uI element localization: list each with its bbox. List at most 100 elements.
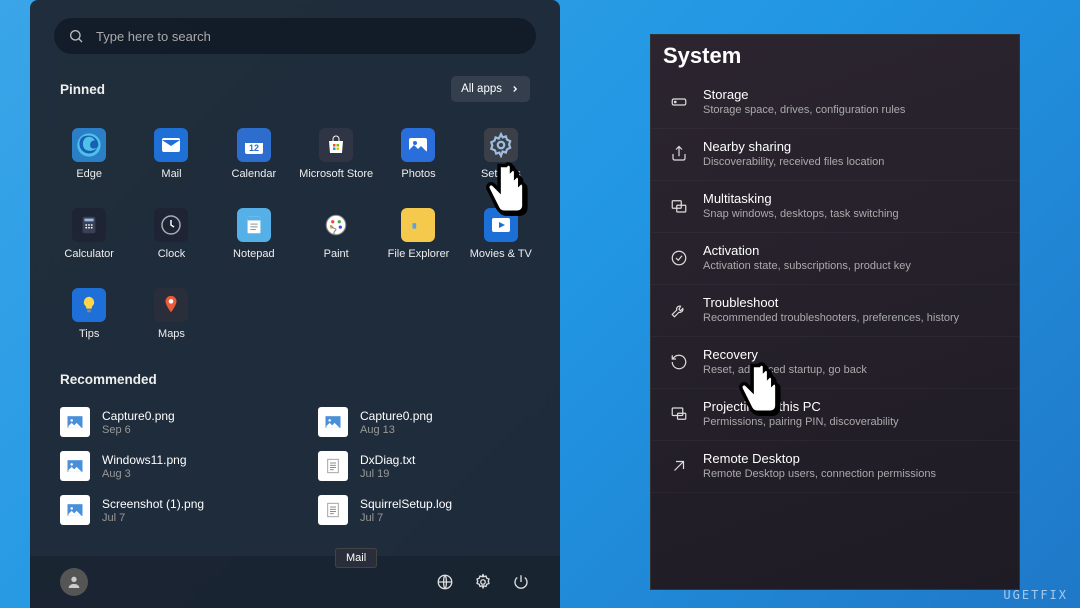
image-file-icon [60, 451, 90, 481]
app-label: File Explorer [388, 248, 450, 260]
rec-date: Jul 19 [360, 468, 415, 480]
pinned-apps-grid: Edge Mail 12 Calendar Microsoft Store PhotosS… [30, 112, 560, 358]
rec-date: Sep 6 [102, 424, 175, 436]
notepad-icon [237, 208, 271, 242]
pinned-app-mail[interactable]: Mail [130, 116, 212, 192]
pinned-app-photos[interactable]: Photos [377, 116, 459, 192]
app-label: Notepad [233, 248, 275, 260]
remote-icon [669, 456, 689, 476]
app-label: Calculator [64, 248, 114, 260]
user-avatar[interactable] [60, 568, 88, 596]
clock-icon [154, 208, 188, 242]
share-icon [669, 144, 689, 164]
pinned-app-file-explorer[interactable]: File Explorer [377, 196, 459, 272]
settings-item-troubleshoot[interactable]: TroubleshootRecommended troubleshooters,… [651, 285, 1019, 337]
recommended-item[interactable]: Capture0.pngAug 13 [310, 401, 538, 443]
settings-desc: Reset, advanced startup, go back [703, 364, 867, 376]
folder-icon [401, 208, 435, 242]
text-file-icon [318, 451, 348, 481]
bulb-icon [72, 288, 106, 322]
app-label: Calendar [232, 168, 277, 180]
recovery-icon [669, 352, 689, 372]
settings-label: Remote Desktop [703, 451, 936, 466]
recommended-item[interactable]: Windows11.pngAug 3 [52, 445, 280, 487]
recommended-header-row: Recommended [30, 358, 560, 397]
recommended-grid: Capture0.pngSep 6Capture0.pngAug 13Windo… [30, 397, 560, 535]
app-label: Tips [79, 328, 99, 340]
rec-title: SquirrelSetup.log [360, 497, 452, 511]
image-file-icon [60, 495, 90, 525]
recommended-item[interactable]: Screenshot (1).pngJul 7 [52, 489, 280, 531]
footer-tooltip: Mail [335, 548, 377, 568]
settings-item-projecting-to-this-pc[interactable]: Projecting to this PC Permissions, pairin… [651, 389, 1019, 441]
pinned-app-clock[interactable]: Clock [130, 196, 212, 272]
pinned-app-edge[interactable]: Edge [48, 116, 130, 192]
gear-icon[interactable] [474, 573, 492, 591]
rec-date: Jul 7 [102, 512, 204, 524]
settings-item-activation[interactable]: ActivationActivation state, subscription… [651, 233, 1019, 285]
gear-icon [484, 128, 518, 162]
settings-system-panel: System StorageStorage space, drives, con… [650, 34, 1020, 590]
settings-label: Nearby sharing [703, 139, 884, 154]
pinned-title: Pinned [60, 82, 105, 97]
rec-date: Aug 3 [102, 468, 187, 480]
all-apps-label: All apps [461, 83, 502, 95]
settings-desc: Recommended troubleshooters, preferences… [703, 312, 959, 324]
recommended-item[interactable]: DxDiag.txtJul 19 [310, 445, 538, 487]
check-icon [669, 248, 689, 268]
settings-title: System [651, 35, 1019, 77]
pinned-app-notepad[interactable]: Notepad [213, 196, 295, 272]
settings-label: Projecting to this PC [703, 399, 899, 414]
pinned-app-calculator[interactable]: Calculator [48, 196, 130, 272]
globe-icon[interactable] [436, 573, 454, 591]
pinned-app-settings[interactable]: Settings [460, 116, 542, 192]
pinned-app-tips[interactable]: Tips [48, 276, 130, 352]
rec-title: Windows11.png [102, 453, 187, 467]
rec-title: Capture0.png [360, 409, 433, 423]
app-label: Maps [158, 328, 185, 340]
power-icon[interactable] [512, 573, 530, 591]
recommended-item[interactable]: Capture0.pngSep 6 [52, 401, 280, 443]
app-label: Microsoft Store [299, 168, 373, 180]
calendar-icon: 12 [237, 128, 271, 162]
settings-label: Recovery [703, 347, 867, 362]
start-menu: Type here to search Pinned All apps Edge… [30, 0, 560, 608]
project-icon [669, 404, 689, 424]
app-label: Edge [76, 168, 102, 180]
rec-title: Capture0.png [102, 409, 175, 423]
settings-desc: Remote Desktop users, connection permiss… [703, 468, 936, 480]
settings-item-nearby-sharing[interactable]: Nearby sharing Discoverability, received … [651, 129, 1019, 181]
app-label: Movies & TV [470, 248, 532, 260]
settings-item-recovery[interactable]: Recovery Reset, advanced startup, go back [651, 337, 1019, 389]
text-file-icon [318, 495, 348, 525]
paint-icon [319, 208, 353, 242]
settings-list: StorageStorage space, drives, configurat… [651, 77, 1019, 493]
watermark: UGETFIX [1003, 588, 1068, 602]
calc-icon [72, 208, 106, 242]
pin-icon [154, 288, 188, 322]
settings-item-storage[interactable]: StorageStorage space, drives, configurat… [651, 77, 1019, 129]
recommended-item[interactable]: SquirrelSetup.logJul 7 [310, 489, 538, 531]
pinned-app-paint[interactable]: Paint [295, 196, 377, 272]
person-icon [66, 574, 82, 590]
rec-title: Screenshot (1).png [102, 497, 204, 511]
settings-desc: Permissions, pairing PIN, discoverabilit… [703, 416, 899, 428]
movie-icon [484, 208, 518, 242]
pinned-app-microsoft-store[interactable]: Microsoft Store [295, 116, 377, 192]
pinned-header-row: Pinned All apps [30, 54, 560, 112]
settings-item-multitasking[interactable]: MultitaskingSnap windows, desktops, task… [651, 181, 1019, 233]
pinned-app-calendar[interactable]: 12 Calendar [213, 116, 295, 192]
recommended-title: Recommended [60, 372, 157, 387]
start-menu-footer [30, 556, 560, 608]
search-input[interactable]: Type here to search [54, 18, 536, 54]
search-placeholder: Type here to search [96, 29, 211, 44]
settings-desc: Discoverability, received files location [703, 156, 884, 168]
rec-date: Aug 13 [360, 424, 433, 436]
pinned-app-movies-tv[interactable]: Movies & TV [460, 196, 542, 272]
settings-item-remote-desktop[interactable]: Remote Desktop Remote Desktop users, conn… [651, 441, 1019, 493]
all-apps-button[interactable]: All apps [451, 76, 530, 102]
image-file-icon [318, 407, 348, 437]
pinned-app-maps[interactable]: Maps [130, 276, 212, 352]
settings-label: Activation [703, 243, 911, 258]
settings-desc: Storage space, drives, configuration rul… [703, 104, 905, 116]
